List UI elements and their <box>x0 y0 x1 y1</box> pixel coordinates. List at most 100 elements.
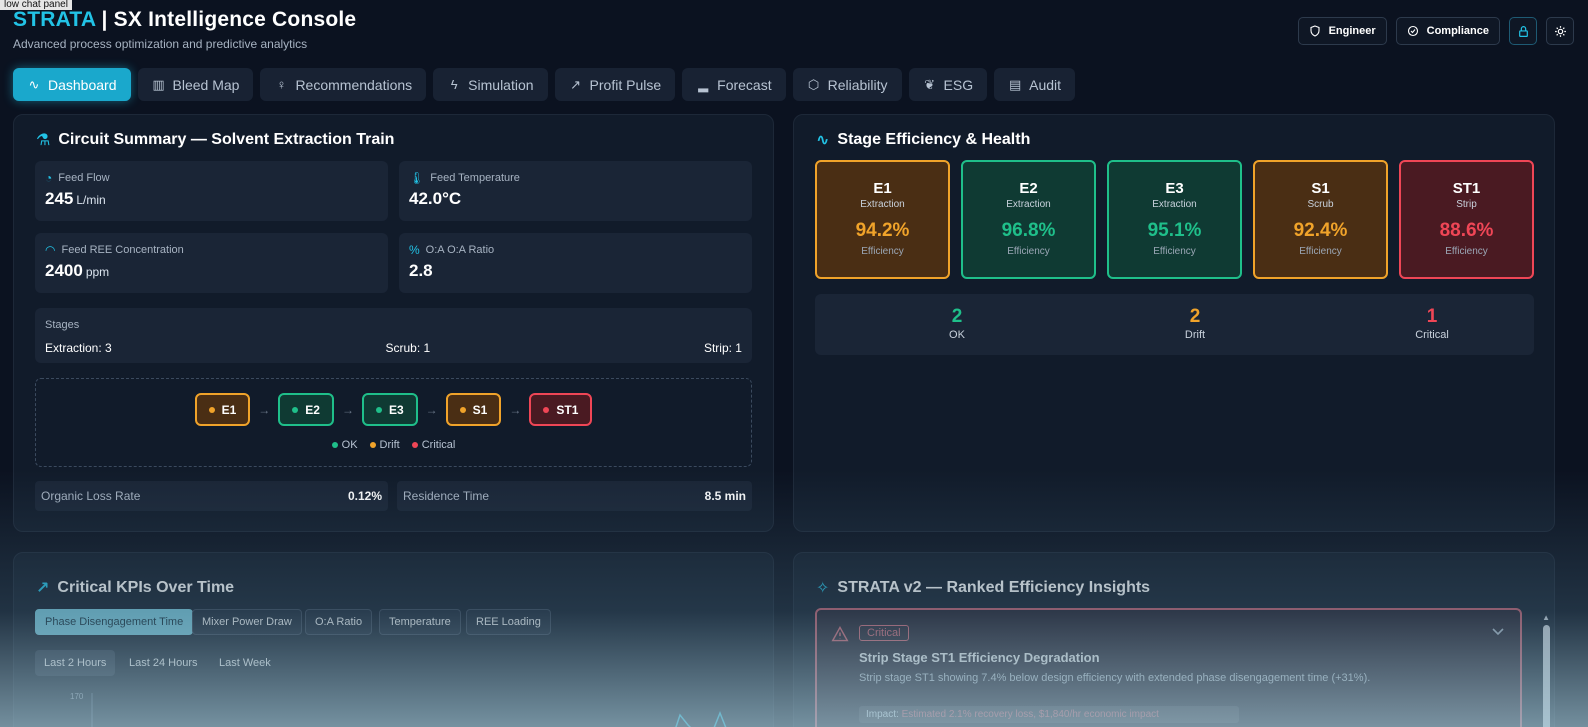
stage-efficiency-label: Efficiency <box>1445 246 1488 257</box>
brand-name: STRATA <box>13 8 96 31</box>
feed-ree-value: 2400 <box>45 261 83 280</box>
tab-audit[interactable]: ▤ Audit <box>994 68 1076 101</box>
stage-efficiency-value: 92.4% <box>1293 220 1348 241</box>
console-title: SX Intelligence Console <box>113 8 357 31</box>
flow-node-e3[interactable]: E3 <box>361 393 418 426</box>
insights-scrollbar[interactable] <box>1543 625 1550 727</box>
tab-label: Dashboard <box>48 76 117 93</box>
stage-efficiency-label: Efficiency <box>1007 246 1050 257</box>
feed-ree-label: Feed REE Concentration <box>61 244 184 256</box>
compliance-button[interactable]: Compliance <box>1395 17 1500 45</box>
tab-dashboard[interactable]: ∿ Dashboard <box>13 68 131 101</box>
feed-temperature-metric: 🌡 Feed Temperature 42.0°C <box>399 161 752 221</box>
range-last-2-hours[interactable]: Last 2 Hours <box>35 650 116 676</box>
legend-ok: OK <box>331 439 358 451</box>
kpi-line-chart <box>91 693 727 727</box>
percent-icon: % <box>409 243 420 257</box>
flow-node-s1[interactable]: S1 <box>445 393 502 426</box>
stage-card-e3[interactable]: E3 Extraction 95.1% Efficiency <box>1107 160 1242 279</box>
stage-card-e1[interactable]: E1 Extraction 94.2% Efficiency <box>815 160 950 279</box>
map-icon: ▥ <box>152 76 165 92</box>
insight-item-critical[interactable]: Critical Strip Stage ST1 Efficiency Degr… <box>815 608 1522 727</box>
tab-simulation[interactable]: ϟ Simulation <box>433 68 548 101</box>
feed-temp-value: 42.0°C <box>409 189 462 208</box>
stage-efficiency-value: 94.2% <box>855 220 910 241</box>
flow-arrow: → <box>258 402 271 417</box>
kpi-tab-oa-ratio[interactable]: O:A Ratio <box>305 609 373 635</box>
impact-label: Impact: <box>866 709 899 720</box>
tab-label: Forecast <box>717 76 772 93</box>
kpi-tab-phase-disengagement[interactable]: Phase Disengagement Time <box>35 609 194 635</box>
oa-ratio-label: O:A O:A Ratio <box>425 244 495 256</box>
tab-label: ESG <box>943 76 974 93</box>
stage-name: ST1 <box>1452 180 1481 197</box>
organic-loss-value: 0.12% <box>347 489 382 503</box>
stage-efficiency-value: 88.6% <box>1439 220 1494 241</box>
stage-type: Strip <box>1456 199 1477 210</box>
activity-icon: ∿ <box>28 76 40 92</box>
flask-icon: ⚗ <box>36 132 51 149</box>
flow-nodes-row: E1 → E2 → E3 → S1 → ST1 <box>36 393 751 426</box>
stage-name: S1 <box>1311 180 1330 197</box>
drift-summary: 2 Drift <box>1155 306 1235 341</box>
critical-count: 1 <box>1426 306 1438 327</box>
flow-node-e1[interactable]: E1 <box>194 393 251 426</box>
stages-label: Stages <box>45 319 80 331</box>
chevron-down-icon[interactable] <box>1492 628 1504 636</box>
drift-label: Drift <box>1184 329 1206 341</box>
y-axis-tick: 170 <box>70 692 84 701</box>
tab-profit-pulse[interactable]: ↗ Profit Pulse <box>554 68 676 101</box>
flow-node-st1[interactable]: ST1 <box>529 393 593 426</box>
feed-temp-label: Feed Temperature <box>430 172 520 184</box>
bar-chart-icon: ▂ <box>698 76 709 92</box>
status-dot <box>292 406 299 413</box>
lock-button[interactable] <box>1509 17 1537 45</box>
kpis-title-text: Critical KPIs Over Time <box>57 579 235 596</box>
tab-forecast[interactable]: ▂ Forecast <box>682 68 786 101</box>
tab-esg[interactable]: ❦ ESG <box>908 68 988 101</box>
thermometer-icon: 🌡 <box>409 171 425 185</box>
leaf-icon: ❦ <box>924 76 935 92</box>
stage-eff-title-text: Stage Efficiency & Health <box>837 131 1031 148</box>
kpi-tab-ree-loading[interactable]: REE Loading <box>466 609 551 635</box>
organic-loss-label: Organic Loss Rate <box>41 489 141 503</box>
feed-flow-label: Feed Flow <box>58 172 110 184</box>
stage-card-s1[interactable]: S1 Scrub 92.4% Efficiency <box>1253 160 1388 279</box>
status-dot <box>459 406 466 413</box>
activity-icon: ∿ <box>816 132 830 149</box>
stage-efficiency-value: 95.1% <box>1147 220 1202 241</box>
ok-count: 2 <box>951 306 963 327</box>
theme-toggle-button[interactable] <box>1546 17 1574 45</box>
stage-card-st1[interactable]: ST1 Strip 88.6% Efficiency <box>1399 160 1534 279</box>
tab-recommendations[interactable]: ♀ Recommendations <box>260 68 427 101</box>
tab-label: Bleed Map <box>172 76 240 93</box>
stage-efficiency-label: Efficiency <box>1153 246 1196 257</box>
strip-count: Strip: 1 <box>703 341 742 355</box>
kpi-tab-mixer-power[interactable]: Mixer Power Draw <box>192 609 302 635</box>
lightbulb-icon: ♀ <box>276 77 287 92</box>
stage-type: Extraction <box>860 199 905 210</box>
ok-summary: 2 OK <box>917 306 997 341</box>
circuit-summary-title: ⚗ Circuit Summary — Solvent Extraction T… <box>36 130 394 150</box>
oa-ratio-metric: % O:A O:A Ratio 2.8 <box>399 233 752 293</box>
flow-arrow: → <box>341 402 354 417</box>
tab-bleed-map[interactable]: ▥ Bleed Map <box>137 68 254 101</box>
sun-icon <box>1554 25 1566 37</box>
compliance-label: Compliance <box>1426 25 1489 37</box>
stage-type: Extraction <box>1152 199 1197 210</box>
range-last-week[interactable]: Last Week <box>210 650 280 676</box>
flow-node-e2[interactable]: E2 <box>278 393 334 426</box>
shield-icon <box>1310 25 1320 37</box>
circuit-summary-card: ⚗ Circuit Summary — Solvent Extraction T… <box>13 114 774 532</box>
engineer-role-button[interactable]: Engineer <box>1297 17 1387 45</box>
insight-headline: Strip Stage ST1 Efficiency Degradation <box>859 650 1100 665</box>
kpi-tab-temperature[interactable]: Temperature <box>379 609 461 635</box>
scroll-up-arrow[interactable]: ▲ <box>1542 613 1550 622</box>
severity-badge: Critical <box>859 625 909 641</box>
legend-critical: Critical <box>411 439 455 451</box>
stage-card-e2[interactable]: E2 Extraction 96.8% Efficiency <box>961 160 1096 279</box>
range-last-24-hours[interactable]: Last 24 Hours <box>120 650 206 676</box>
tab-label: Reliability <box>827 76 888 93</box>
status-dot <box>543 406 550 413</box>
tab-reliability[interactable]: ⬡ Reliability <box>792 68 902 101</box>
